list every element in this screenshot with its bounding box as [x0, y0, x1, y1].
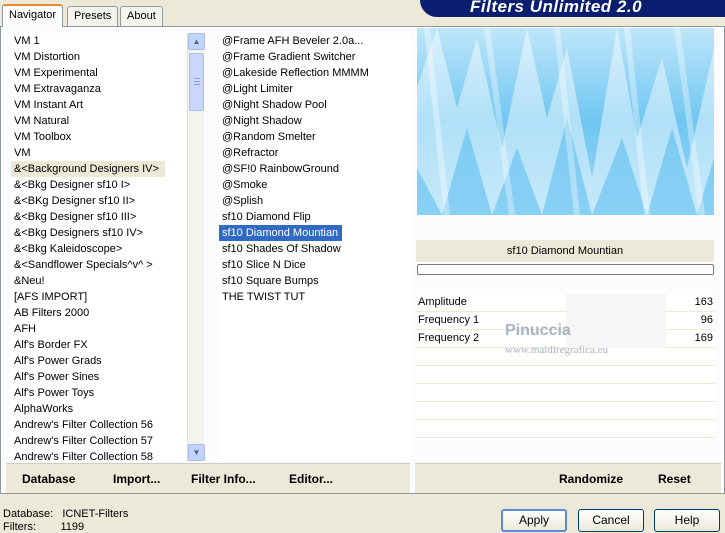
- help-button[interactable]: Help: [654, 509, 720, 532]
- filter-item[interactable]: sf10 Square Bumps: [219, 273, 410, 289]
- filter-item[interactable]: sf10 Diamond Mountian: [219, 225, 343, 241]
- parameter-row[interactable]: Amplitude 163: [416, 294, 715, 312]
- apply-button[interactable]: Apply: [501, 509, 567, 532]
- category-item[interactable]: AFH: [11, 321, 187, 337]
- left-footer: Database Import... Filter Info... Editor…: [6, 463, 410, 493]
- filter-item[interactable]: @Smoke: [219, 177, 410, 193]
- category-item[interactable]: &<Bkg Designer sf10 III>: [11, 209, 187, 225]
- progress-bar: [417, 264, 714, 275]
- parameter-value: 96: [700, 314, 713, 326]
- filter-item[interactable]: @Refractor: [219, 145, 410, 161]
- filter-info-button[interactable]: Filter Info...: [191, 472, 256, 486]
- parameter-label: Frequency 2: [418, 332, 480, 344]
- category-item[interactable]: &<Background Designers IV>: [11, 161, 165, 177]
- category-item[interactable]: Alf's Power Sines: [11, 369, 187, 385]
- filter-item[interactable]: @SF!0 RainbowGround: [219, 161, 410, 177]
- category-item[interactable]: &<Bkg Designers sf10 IV>: [11, 225, 187, 241]
- filter-item[interactable]: @Splish: [219, 193, 410, 209]
- parameter-row: [416, 366, 715, 384]
- parameter-slider[interactable]: [566, 312, 666, 330]
- category-item[interactable]: VM Natural: [11, 113, 187, 129]
- category-item[interactable]: VM: [11, 145, 187, 161]
- parameter-label: Amplitude: [418, 296, 467, 308]
- filter-list[interactable]: @Frame AFH Beveler 2.0a... @Frame Gradien…: [219, 33, 410, 462]
- tab-about[interactable]: About: [120, 6, 163, 26]
- preview-pattern: [417, 28, 714, 215]
- category-item[interactable]: Alf's Power Toys: [11, 385, 187, 401]
- filter-item[interactable]: @Frame AFH Beveler 2.0a...: [219, 33, 410, 49]
- category-list[interactable]: VM 1 VM Distortion VM Experimental VM Extra…: [11, 33, 187, 462]
- filter-item[interactable]: THE TWIST TUT: [219, 289, 410, 305]
- category-item[interactable]: Andrew's Filter Collection 56: [11, 417, 187, 433]
- category-item[interactable]: VM Distortion: [11, 49, 187, 65]
- database-button[interactable]: Database: [22, 472, 75, 486]
- editor-button[interactable]: Editor...: [289, 472, 333, 486]
- scroll-thumb[interactable]: [189, 53, 204, 111]
- filter-item[interactable]: @Night Shadow: [219, 113, 410, 129]
- app-title: Filters Unlimited 2.0: [470, 0, 643, 16]
- filter-item[interactable]: @Random Smelter: [219, 129, 410, 145]
- parameter-value: 163: [694, 296, 713, 308]
- tab-navigator[interactable]: Navigator: [2, 4, 64, 27]
- category-item[interactable]: VM Extravaganza: [11, 81, 187, 97]
- category-item[interactable]: Alf's Power Grads: [11, 353, 187, 369]
- category-item[interactable]: &<BKg Designer sf10 II>: [11, 193, 187, 209]
- filter-item[interactable]: @Frame Gradient Switcher: [219, 49, 410, 65]
- parameter-row: [416, 384, 715, 402]
- category-item[interactable]: VM Instant Art: [11, 97, 187, 113]
- status-database: Database: ICNET-Filters: [3, 508, 129, 520]
- category-scrollbar[interactable]: ▲ ▼: [187, 33, 205, 462]
- import-button[interactable]: Import...: [113, 472, 160, 486]
- category-item[interactable]: [AFS IMPORT]: [11, 289, 187, 305]
- preview-image: [417, 28, 714, 215]
- reset-button[interactable]: Reset: [658, 472, 691, 486]
- category-item[interactable]: VM 1: [11, 33, 187, 49]
- tab-presets[interactable]: Presets: [67, 6, 119, 26]
- filter-item[interactable]: @Lakeside Reflection MMMM: [219, 65, 410, 81]
- category-item[interactable]: &<Bkg Designer sf10 I>: [11, 177, 187, 193]
- watermark-name: Pinuccia: [505, 322, 571, 339]
- filter-item[interactable]: @Light Limiter: [219, 81, 410, 97]
- category-item[interactable]: &Neu!: [11, 273, 187, 289]
- category-item[interactable]: AlphaWorks: [11, 401, 187, 417]
- cancel-button[interactable]: Cancel: [578, 509, 644, 532]
- filter-name-label: sf10 Diamond Mountian: [416, 240, 714, 262]
- filter-item[interactable]: @Night Shadow Pool: [219, 97, 410, 113]
- parameter-row: [416, 420, 715, 438]
- randomize-button[interactable]: Randomize: [559, 472, 623, 486]
- scroll-up-button[interactable]: ▲: [188, 33, 205, 50]
- category-item[interactable]: Andrew's Filter Collection 57: [11, 433, 187, 449]
- category-item[interactable]: &<Bkg Kaleidoscope>: [11, 241, 187, 257]
- parameter-value: 169: [694, 332, 713, 344]
- parameter-slider[interactable]: [566, 294, 666, 312]
- category-item[interactable]: VM Toolbox: [11, 129, 187, 145]
- category-item[interactable]: Andrew's Filter Collection 58: [11, 449, 187, 462]
- parameter-label: Frequency 1: [418, 314, 480, 326]
- category-item[interactable]: &<Sandflower Specials^v^ >: [11, 257, 187, 273]
- filter-item[interactable]: sf10 Diamond Flip: [219, 209, 410, 225]
- parameter-list: Amplitude 163 Frequency 1 96 Frequency 2 169: [416, 294, 715, 438]
- status-filters: Filters: 1199: [3, 521, 85, 533]
- filter-item[interactable]: sf10 Shades Of Shadow: [219, 241, 410, 257]
- filter-item[interactable]: sf10 Slice N Dice: [219, 257, 410, 273]
- scroll-down-button[interactable]: ▼: [188, 444, 205, 461]
- right-footer: Randomize Reset: [415, 463, 721, 493]
- category-item[interactable]: Alf's Border FX: [11, 337, 187, 353]
- parameter-row: [416, 402, 715, 420]
- watermark-url: www.maidiregrafica.eu: [505, 344, 609, 356]
- category-item[interactable]: AB Filters 2000: [11, 305, 187, 321]
- category-item[interactable]: VM Experimental: [11, 65, 187, 81]
